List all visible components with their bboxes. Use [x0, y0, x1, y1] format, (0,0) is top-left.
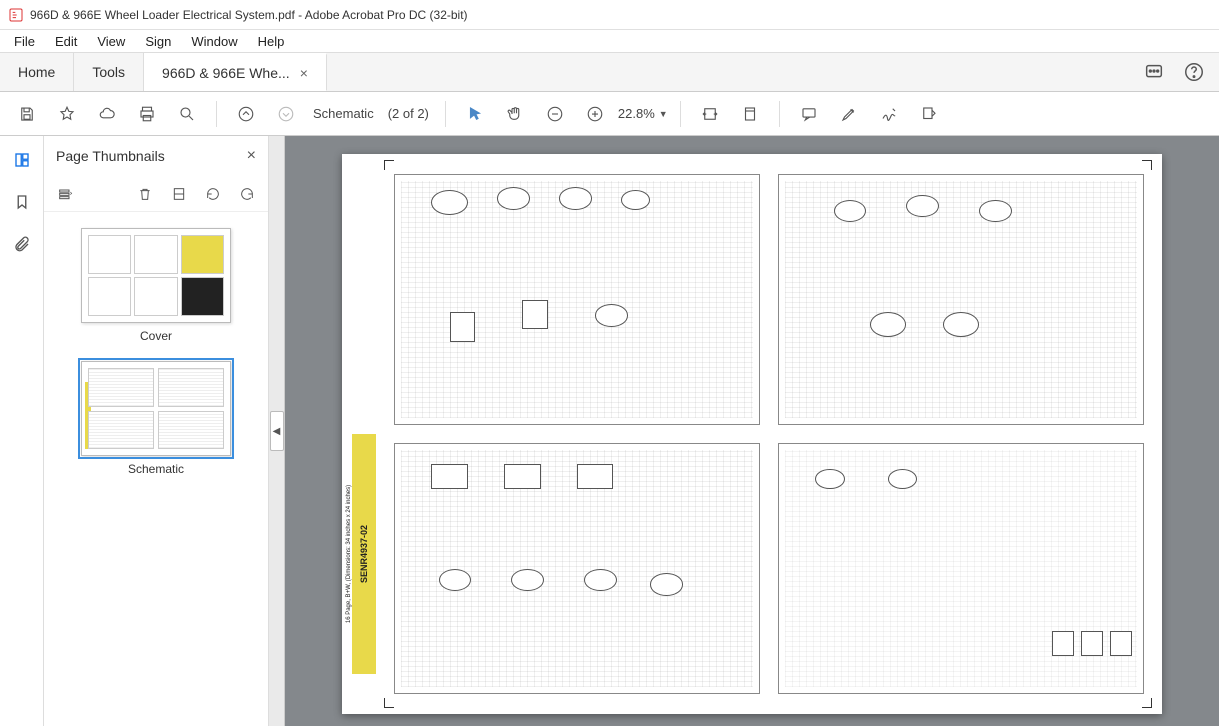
options-menu-icon[interactable] — [54, 183, 76, 205]
thumbnail-label: Schematic — [128, 462, 184, 476]
tab-home[interactable]: Home — [0, 53, 74, 91]
rotate-cw-icon[interactable] — [236, 183, 258, 205]
tab-document[interactable]: 966D & 966E Whe... × — [144, 53, 327, 91]
search-icon[interactable] — [170, 97, 204, 131]
panel-toolbar — [44, 176, 268, 212]
thumbnails-panel: Page Thumbnails × Cover Schematic — [44, 136, 269, 726]
schematic-quadrant — [778, 174, 1144, 425]
thumbnail-schematic[interactable]: Schematic — [81, 361, 231, 476]
zoom-value: 22.8% — [618, 106, 655, 121]
hand-tool-icon[interactable] — [498, 97, 532, 131]
window-titlebar: 966D & 966E Wheel Loader Electrical Syst… — [0, 0, 1219, 30]
tab-document-label: 966D & 966E Whe... — [162, 65, 290, 81]
panel-gutter: ◀ — [269, 136, 285, 726]
schematic-quadrant — [394, 174, 760, 425]
rotate-ccw-icon[interactable] — [202, 183, 224, 205]
spine-note: 16 Page, B+W, (Dimensions: 34 inches x 2… — [346, 485, 352, 623]
help-icon[interactable] — [1183, 61, 1205, 83]
menu-edit[interactable]: Edit — [45, 32, 87, 51]
toolbar: Schematic (2 of 2) 22.8% ▼ — [0, 92, 1219, 136]
fit-width-icon[interactable] — [693, 97, 727, 131]
crop-mark — [384, 698, 394, 708]
thumbnail-cover[interactable]: Cover — [81, 228, 231, 343]
left-nav-rail — [0, 136, 44, 726]
scan-icon[interactable] — [168, 183, 190, 205]
sign-icon[interactable] — [872, 97, 906, 131]
page-up-icon[interactable] — [229, 97, 263, 131]
crop-mark — [1142, 160, 1152, 170]
menu-window[interactable]: Window — [181, 32, 247, 51]
toolbar-separator — [216, 101, 217, 127]
toolbar-separator — [445, 101, 446, 127]
thumbnail-image — [81, 361, 231, 456]
zoom-out-icon[interactable] — [538, 97, 572, 131]
chevron-down-icon: ▼ — [659, 109, 668, 119]
tab-close-icon[interactable]: × — [300, 65, 308, 81]
save-icon[interactable] — [10, 97, 44, 131]
page-down-icon[interactable] — [269, 97, 303, 131]
menu-view[interactable]: View — [87, 32, 135, 51]
panel-title: Page Thumbnails — [56, 148, 165, 164]
pdf-icon — [8, 7, 24, 23]
select-tool-icon[interactable] — [458, 97, 492, 131]
page-count: (2 of 2) — [384, 106, 433, 121]
schematic-quadrants — [394, 174, 1144, 694]
tab-tools[interactable]: Tools — [74, 53, 144, 91]
more-tools-icon[interactable] — [912, 97, 946, 131]
thumbnails-rail-icon[interactable] — [8, 146, 36, 174]
spine-code: SENR4937-02 — [359, 525, 369, 583]
page-label[interactable]: Schematic — [309, 106, 378, 121]
notifications-icon[interactable] — [1143, 61, 1165, 83]
comment-icon[interactable] — [792, 97, 826, 131]
toolbar-separator — [680, 101, 681, 127]
tabbar: Home Tools 966D & 966E Whe... × — [0, 52, 1219, 92]
schematic-quadrant — [778, 443, 1144, 694]
panel-close-icon[interactable]: × — [247, 147, 256, 165]
schematic-quadrant — [394, 443, 760, 694]
star-icon[interactable] — [50, 97, 84, 131]
menubar: File Edit View Sign Window Help — [0, 30, 1219, 52]
menu-file[interactable]: File — [4, 32, 45, 51]
thumbnail-label: Cover — [140, 329, 172, 343]
thumbnail-image — [81, 228, 231, 323]
print-icon[interactable] — [130, 97, 164, 131]
window-title: 966D & 966E Wheel Loader Electrical Syst… — [30, 8, 468, 22]
highlight-icon[interactable] — [832, 97, 866, 131]
toolbar-separator — [779, 101, 780, 127]
fit-page-icon[interactable] — [733, 97, 767, 131]
crop-mark — [384, 160, 394, 170]
crop-mark — [1142, 698, 1152, 708]
delete-page-icon[interactable] — [134, 183, 156, 205]
document-spine: SENR4937-02 — [352, 434, 376, 674]
cloud-icon[interactable] — [90, 97, 124, 131]
document-viewport[interactable]: SENR4937-02 16 Page, B+W, (Dimensions: 3… — [285, 136, 1219, 726]
zoom-dropdown[interactable]: 22.8% ▼ — [618, 106, 668, 121]
menu-help[interactable]: Help — [248, 32, 295, 51]
zoom-in-icon[interactable] — [578, 97, 612, 131]
menu-sign[interactable]: Sign — [135, 32, 181, 51]
bookmark-rail-icon[interactable] — [8, 188, 36, 216]
document-page: SENR4937-02 16 Page, B+W, (Dimensions: 3… — [342, 154, 1162, 714]
collapse-panel-icon[interactable]: ◀ — [270, 411, 284, 451]
attachment-rail-icon[interactable] — [8, 230, 36, 258]
